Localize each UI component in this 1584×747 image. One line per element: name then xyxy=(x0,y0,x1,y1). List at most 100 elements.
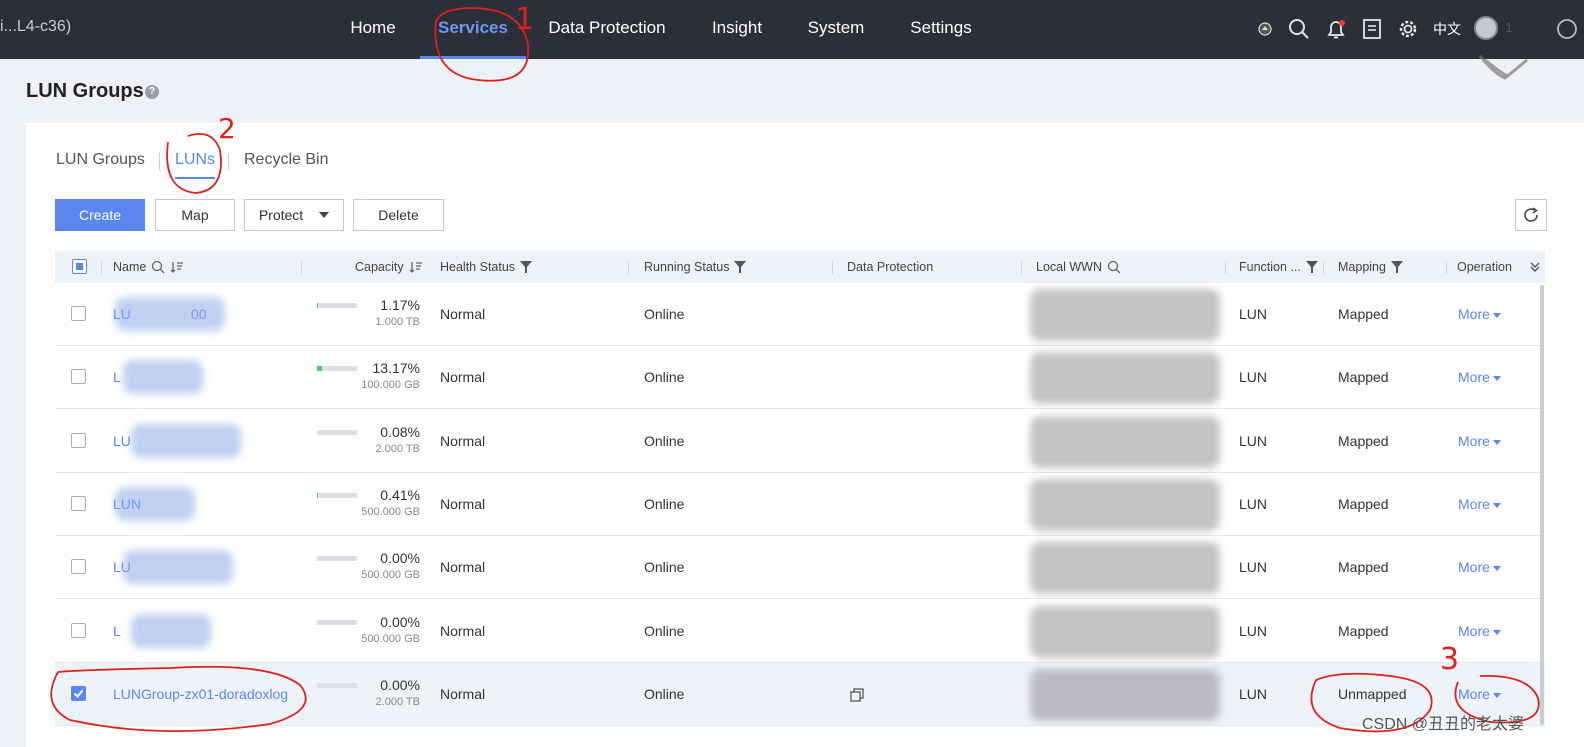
row-checkbox[interactable] xyxy=(71,623,86,638)
capacity-progress-bar xyxy=(317,430,357,435)
delete-button[interactable]: Delete xyxy=(353,199,444,231)
column-operation: Operation xyxy=(1457,260,1512,274)
filter-icon[interactable] xyxy=(520,261,533,273)
more-menu-button[interactable]: More xyxy=(1458,283,1501,346)
map-button[interactable]: Map xyxy=(155,199,235,231)
capacity-percent: 0.00% xyxy=(380,550,420,566)
function-type: LUN xyxy=(1239,623,1268,639)
filter-icon[interactable] xyxy=(734,261,747,273)
row-checkbox[interactable] xyxy=(71,369,86,384)
avatar[interactable] xyxy=(1474,16,1498,40)
more-menu-button[interactable]: More xyxy=(1458,536,1501,599)
help-icon[interactable]: ? xyxy=(145,85,159,99)
redacted-wwn xyxy=(1030,542,1220,594)
refresh-button[interactable] xyxy=(1515,199,1547,231)
redacted-wwn xyxy=(1030,669,1220,721)
data-protection-cell xyxy=(850,663,864,726)
more-menu-button[interactable]: More xyxy=(1458,410,1501,473)
function-type: LUN xyxy=(1239,686,1268,702)
task-list-icon[interactable] xyxy=(1357,14,1387,44)
column-health-status[interactable]: Health Status xyxy=(440,251,533,283)
capacity-total: 500.000 GB xyxy=(361,633,420,645)
more-menu-button[interactable]: More xyxy=(1458,346,1501,409)
more-menu-button[interactable]: More xyxy=(1458,473,1501,536)
language-switch[interactable]: 中文 xyxy=(1433,19,1461,39)
nav-services[interactable]: Services xyxy=(420,0,526,59)
column-settings[interactable] xyxy=(1529,251,1541,283)
row-checkbox[interactable] xyxy=(71,686,86,701)
capacity-progress-bar xyxy=(317,556,357,561)
tab-recycle-bin[interactable]: Recycle Bin xyxy=(244,151,328,169)
health-status: Normal xyxy=(440,686,486,702)
redacted-name xyxy=(115,297,225,331)
row-checkbox[interactable] xyxy=(71,306,86,321)
tab-lun-groups[interactable]: LUN Groups xyxy=(56,151,145,169)
running-status: Online xyxy=(644,559,685,575)
search-icon[interactable] xyxy=(1284,14,1314,44)
column-data-protection[interactable]: Data Protection xyxy=(847,251,933,283)
chevron-down-icon xyxy=(1492,439,1501,445)
chevron-down-icon xyxy=(1492,502,1501,508)
nav-home[interactable]: Home xyxy=(340,0,406,59)
create-button[interactable]: Create xyxy=(55,199,145,231)
column-local-wwn[interactable]: Local WWN xyxy=(1036,251,1121,283)
search-icon[interactable] xyxy=(1107,260,1121,274)
bell-icon[interactable] xyxy=(1321,14,1351,44)
capacity-total: 1.000 TB xyxy=(375,316,420,328)
row-checkbox[interactable] xyxy=(71,559,86,574)
help-circle-icon[interactable] xyxy=(1552,14,1582,44)
redacted-wwn xyxy=(1030,416,1220,468)
copy-icon[interactable] xyxy=(850,688,864,702)
running-status: Online xyxy=(644,433,685,449)
table-row[interactable]: LU 0.08% 2.000 TB Normal Online LUN Mapped More xyxy=(55,410,1545,473)
chevron-down-icon xyxy=(1492,312,1501,318)
scrollbar[interactable] xyxy=(1540,285,1544,725)
tab-luns[interactable]: LUNs xyxy=(175,151,216,179)
filter-icon[interactable] xyxy=(1305,261,1318,273)
select-all-checkbox[interactable] xyxy=(72,259,87,274)
lun-name-link[interactable]: LUNGroup-zx01-doradoxlog xyxy=(113,663,288,726)
nav-data-protection[interactable]: Data Protection xyxy=(545,0,669,59)
health-status: Normal xyxy=(440,369,486,385)
mapping-status: Mapped xyxy=(1338,623,1389,639)
function-type: LUN xyxy=(1239,559,1268,575)
health-status: Normal xyxy=(440,623,486,639)
protect-dropdown[interactable]: Protect xyxy=(244,199,344,231)
capacity-total: 100.000 GB xyxy=(361,379,420,391)
nav-insight[interactable]: Insight xyxy=(706,0,768,59)
nav-settings[interactable]: Settings xyxy=(905,0,977,59)
table-row[interactable]: LU001.17%1.000 TBNormalOnlineLUNMappedMo… xyxy=(55,283,1545,346)
column-function[interactable]: Function ... xyxy=(1239,251,1318,283)
sort-icon[interactable] xyxy=(170,260,184,274)
filter-icon[interactable] xyxy=(1390,261,1403,273)
health-status: Normal xyxy=(440,306,486,322)
more-menu-button[interactable]: More xyxy=(1458,600,1501,663)
capacity-progress-bar xyxy=(317,366,357,371)
nav-system[interactable]: System xyxy=(804,0,868,59)
function-type: LUN xyxy=(1239,433,1268,449)
capacity-percent: 0.08% xyxy=(380,424,420,440)
row-checkbox[interactable] xyxy=(71,433,86,448)
table-row[interactable]: L 13.17% 100.000 GB Normal Online LUN Mapped Mo… xyxy=(55,346,1545,409)
row-checkbox[interactable] xyxy=(71,496,86,511)
sort-icon[interactable] xyxy=(409,260,423,274)
function-type: LUN xyxy=(1239,496,1268,512)
table-row[interactable]: L 0.00% 500.000 GB Normal Online LUN Mapped Mor… xyxy=(55,600,1545,663)
health-status: Normal xyxy=(440,433,486,449)
table-row[interactable]: LUNGroup-zx01-doradoxlog 0.00% 2.000 TB Nor… xyxy=(55,663,1545,726)
search-icon[interactable] xyxy=(151,260,165,274)
table-row[interactable]: LU 0.00% 500.000 GB Normal Online LUN Mapped Mo… xyxy=(55,536,1545,599)
redacted-wwn xyxy=(1030,289,1220,341)
redacted-name xyxy=(131,614,211,648)
check-icon xyxy=(73,689,84,698)
double-chevron-down-icon[interactable] xyxy=(1529,261,1541,273)
table-row[interactable]: LUN0.41%500.000 GBNormalOnlineLUNMappedM… xyxy=(55,473,1545,536)
column-mapping[interactable]: Mapping xyxy=(1338,251,1403,283)
cloud-icon[interactable] xyxy=(1250,14,1280,44)
user-name[interactable]: 1 xyxy=(1505,19,1513,35)
column-name[interactable]: Name xyxy=(113,251,184,283)
gear-icon[interactable] xyxy=(1393,14,1423,44)
chevron-down-icon xyxy=(1492,692,1501,698)
column-running-status[interactable]: Running Status xyxy=(644,251,747,283)
column-capacity[interactable]: Capacity xyxy=(355,251,423,283)
